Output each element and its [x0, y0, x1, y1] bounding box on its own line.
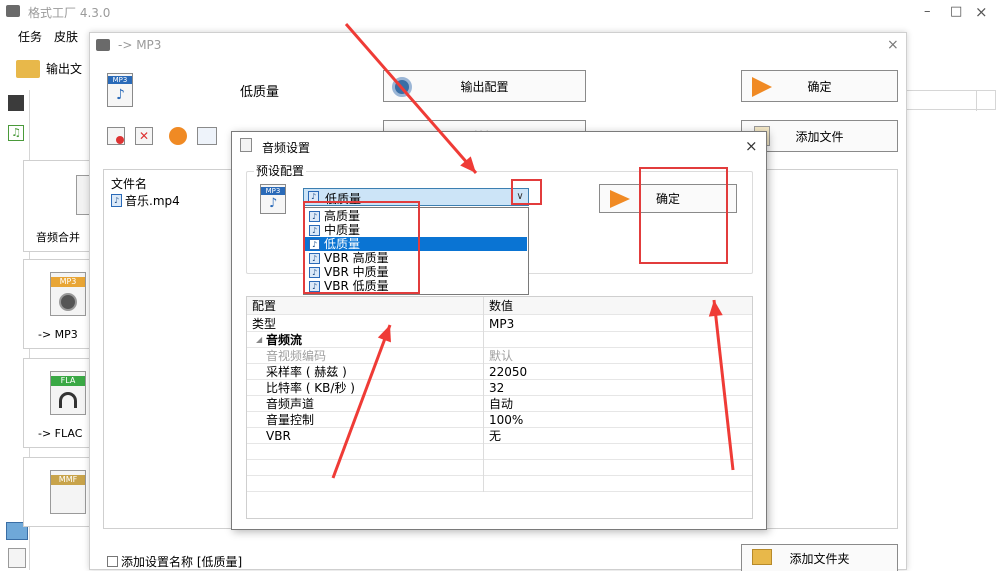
annotation-overlay — [303, 23, 735, 479]
highlight-dropdown-box — [303, 201, 420, 294]
highlight-combo-button-box — [511, 179, 542, 205]
arrow-to-ok — [708, 299, 735, 471]
arrow-to-combobox — [344, 23, 478, 174]
arrow-to-dropdown — [331, 324, 392, 479]
highlight-ok-box — [639, 167, 728, 264]
